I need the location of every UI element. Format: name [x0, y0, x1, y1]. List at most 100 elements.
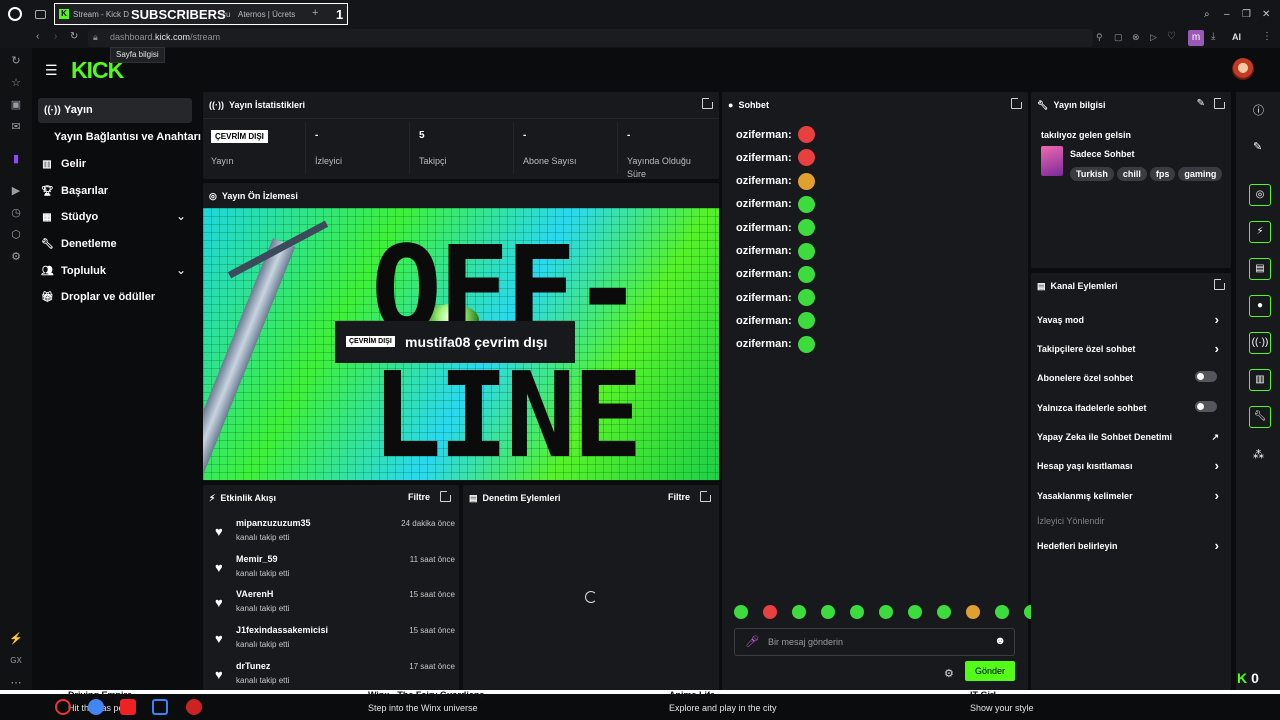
tab-title[interactable]: Stream - Kick D	[73, 6, 129, 23]
app-taskbar-icon[interactable]	[152, 699, 168, 715]
share-icon[interactable]: ⁂	[1253, 448, 1264, 461]
tag[interactable]: chill	[1116, 167, 1147, 181]
bookmarks-icon[interactable]: ☆	[9, 76, 23, 90]
sidebar-item-studyo[interactable]: ▦ Stüdyo	[41, 211, 98, 223]
history-icon[interactable]: ↻	[9, 54, 23, 68]
emote-icon[interactable]	[908, 605, 922, 619]
twitch-icon[interactable]: ▮	[9, 152, 23, 166]
gallery-icon[interactable]: ▣	[9, 98, 23, 112]
popout-icon[interactable]	[700, 490, 712, 502]
send-button[interactable]: Gönder	[965, 661, 1015, 681]
close-icon[interactable]: ✕	[1262, 9, 1270, 20]
chat-input[interactable]: 🎤︎ Bir mesaj gönderin ☻	[734, 628, 1015, 656]
more-icon[interactable]: ⋯	[9, 676, 23, 690]
microphone-icon[interactable]: 🎤︎	[745, 635, 759, 648]
emote-icon[interactable]	[879, 605, 893, 619]
settings-icon[interactable]: ⚙	[9, 250, 23, 264]
popout-icon[interactable]	[1214, 278, 1226, 290]
download-icon[interactable]: ⤓	[1211, 31, 1215, 42]
emote-icon[interactable]	[850, 605, 864, 619]
chat-username[interactable]: oziferman:	[736, 338, 792, 350]
chat-widget-button[interactable]: ●	[1249, 295, 1271, 317]
action-slow-mode[interactable]: Yavaş mod ›	[1037, 312, 1225, 327]
emote-icon[interactable]	[792, 605, 806, 619]
camera-widget-button[interactable]: ◎	[1249, 184, 1271, 206]
opera-logo-icon[interactable]	[8, 7, 22, 21]
tag[interactable]: Turkish	[1070, 167, 1114, 181]
action-set-goals[interactable]: Hedefleri belirleyin ›	[1037, 538, 1225, 553]
pencil-icon[interactable]: ✎	[1253, 140, 1262, 153]
chat-username[interactable]: oziferman:	[736, 268, 792, 280]
tab-title[interactable]: Aternos | Ücrets	[238, 6, 295, 23]
action-banned-words[interactable]: Yasaklanmış kelimeler ›	[1037, 488, 1225, 503]
player-icon[interactable]: ▶	[9, 184, 23, 198]
emoji-icon[interactable]: ☻	[994, 635, 1006, 647]
popout-icon[interactable]	[702, 97, 714, 109]
info-icon[interactable]: ⓘ	[1253, 102, 1264, 118]
popout-icon[interactable]	[1214, 97, 1226, 109]
clipboard-widget-button[interactable]: ▤	[1249, 258, 1271, 280]
chat-username[interactable]: oziferman:	[736, 198, 792, 210]
edit-icon[interactable]: ✎	[1197, 98, 1205, 109]
toggle-switch[interactable]	[1195, 401, 1217, 412]
search-icon[interactable]: ⌕	[1204, 9, 1210, 20]
action-account-age[interactable]: Hesap yaşı kısıtlaması ›	[1037, 458, 1225, 473]
sidebar-item-stream-key[interactable]: Yayın Bağlantısı ve Anahtarı	[54, 131, 201, 143]
sidebar-item-denetleme[interactable]: 🔧︎ Denetleme	[41, 238, 117, 250]
sidebar-item-yayin[interactable]: ((·)) Yayın	[44, 104, 93, 116]
gx-icon[interactable]: GX	[9, 654, 23, 668]
tab-overview-icon[interactable]	[35, 10, 46, 19]
restore-icon[interactable]: ❐	[1242, 9, 1251, 20]
shield-icon[interactable]: ⊗	[1132, 32, 1140, 43]
action-followers-only[interactable]: Takipçilere özel sohbet ›	[1037, 341, 1225, 356]
address-field[interactable]: 🔒︎ dashboard.kick.com/stream	[88, 29, 1093, 47]
toggle-switch[interactable]	[1195, 371, 1217, 382]
chat-username[interactable]: oziferman:	[736, 175, 792, 187]
reload-icon[interactable]: ↻	[70, 31, 78, 42]
feed-filter-button[interactable]: Filtre	[408, 492, 430, 502]
sidebar-item-droplar[interactable]: 🎁︎ Droplar ve ödüller	[41, 291, 155, 303]
screenshot-icon[interactable]: ▢	[1114, 32, 1123, 43]
emote-icon[interactable]	[734, 605, 748, 619]
emote-icon[interactable]	[966, 605, 980, 619]
broadcast-widget-button[interactable]: ((·))	[1249, 332, 1271, 354]
chat-username[interactable]: oziferman:	[736, 315, 792, 327]
emote-icon[interactable]	[821, 605, 835, 619]
feed-user[interactable]: Memir_59	[236, 554, 278, 564]
chat-username[interactable]: oziferman:	[736, 245, 792, 257]
hamburger-menu-icon[interactable]: ☰	[45, 62, 58, 79]
menu-icon[interactable]: ⋮	[1262, 31, 1272, 42]
clock-icon[interactable]: ◷	[9, 206, 23, 220]
chat-username[interactable]: oziferman:	[736, 129, 792, 141]
chevron-down-icon[interactable]: ⌄	[176, 263, 186, 277]
chat-username[interactable]: oziferman:	[736, 292, 792, 304]
sidebar-item-topluluk[interactable]: 👥︎ Topluluk	[41, 265, 106, 277]
chat-username[interactable]: oziferman:	[736, 222, 792, 234]
chat-settings-icon[interactable]: ⚙	[944, 667, 954, 680]
profile-badge[interactable]: m	[1188, 30, 1204, 46]
emote-icon[interactable]	[937, 605, 951, 619]
tag[interactable]: gaming	[1178, 167, 1223, 181]
app-taskbar-icon[interactable]	[120, 699, 136, 715]
list-widget-button[interactable]: ▥	[1249, 369, 1271, 391]
chat-username[interactable]: oziferman:	[736, 152, 792, 164]
forward-icon[interactable]: ›	[54, 31, 57, 42]
pin-icon[interactable]: ⚲	[1096, 32, 1103, 43]
new-tab-icon[interactable]: +	[312, 7, 318, 19]
bolt-widget-button[interactable]: ⚡︎	[1249, 221, 1271, 243]
play-icon[interactable]: ▷	[1150, 32, 1157, 43]
back-icon[interactable]: ‹	[36, 31, 39, 42]
feed-user[interactable]: VAerenH	[236, 589, 273, 599]
chevron-down-icon[interactable]: ⌄	[176, 209, 186, 223]
aria-ai-button[interactable]: AI	[1232, 32, 1241, 42]
category-name[interactable]: Sadece Sohbet	[1070, 149, 1135, 159]
app-taskbar-icon[interactable]	[186, 699, 202, 715]
feed-user[interactable]: drTunez	[236, 661, 270, 671]
action-subscribers-only[interactable]: Abonelere özel sohbet	[1037, 371, 1225, 383]
moderation-filter-button[interactable]: Filtre	[668, 492, 690, 502]
avatar[interactable]	[1232, 58, 1254, 80]
lock-icon[interactable]: 🔒︎	[93, 32, 98, 43]
feed-user[interactable]: J1fexindassakemicisi	[236, 625, 328, 635]
action-emote-only[interactable]: Yalnızca ifadelerle sohbet	[1037, 401, 1225, 413]
opera-taskbar-icon[interactable]	[55, 699, 71, 715]
